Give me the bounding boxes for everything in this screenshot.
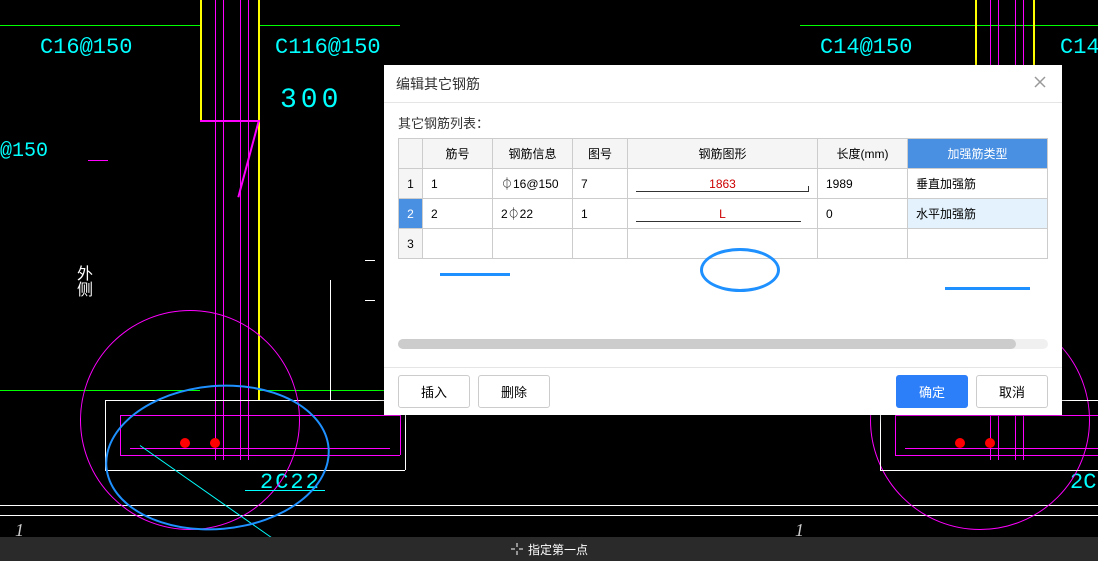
- right-buttons: 确定 取消: [896, 375, 1048, 408]
- cad-line: [0, 25, 200, 26]
- header-length[interactable]: 长度(mm): [818, 139, 908, 169]
- confirm-button[interactable]: 确定: [896, 375, 968, 408]
- cad-line: [400, 415, 401, 455]
- cad-line: [880, 470, 1098, 471]
- close-icon: [1034, 76, 1046, 88]
- row-num-cell[interactable]: 2: [399, 199, 423, 229]
- cell-info[interactable]: 2⏀22: [493, 199, 573, 229]
- cad-rebar-dot: [985, 438, 995, 448]
- cell-shape[interactable]: 1863: [628, 169, 818, 199]
- table-row[interactable]: 1 1 ⏀16@150 7 1863 1989 垂直加强筋: [399, 169, 1048, 199]
- cad-dimension: 300: [280, 85, 342, 116]
- cad-label: @150: [0, 140, 48, 163]
- shape-value: L: [636, 207, 809, 221]
- cad-side-label: 外侧: [70, 265, 94, 297]
- row-num-cell[interactable]: 1: [399, 169, 423, 199]
- cad-line: [895, 415, 896, 455]
- cad-line: [260, 25, 400, 26]
- cell-shapenum[interactable]: [573, 229, 628, 259]
- dialog-footer: 插入 删除 确定 取消: [384, 367, 1062, 415]
- cad-line: [200, 120, 260, 122]
- table-row[interactable]: 3: [399, 229, 1048, 259]
- header-id[interactable]: 筋号: [423, 139, 493, 169]
- cad-label: C14@150: [820, 35, 912, 60]
- crosshair-icon: [510, 542, 524, 556]
- shape-line-icon: [636, 191, 809, 192]
- cell-shapenum[interactable]: 1: [573, 199, 628, 229]
- header-shapenum[interactable]: 图号: [573, 139, 628, 169]
- cad-label: C116@150: [275, 35, 381, 60]
- header-shape[interactable]: 钢筋图形: [628, 139, 818, 169]
- header-rownum: [399, 139, 423, 169]
- shape-line-icon: [636, 221, 801, 222]
- table-row[interactable]: 2 2 2⏀22 1 L 0 水平加强筋: [399, 199, 1048, 229]
- cad-line: [800, 25, 1098, 26]
- cad-label: C16@150: [40, 35, 132, 60]
- table-label: 其它钢筋列表：: [398, 113, 1048, 132]
- cell-shapenum[interactable]: 7: [573, 169, 628, 199]
- dialog-header: 编辑其它钢筋: [384, 65, 1062, 103]
- cad-line: [200, 0, 202, 120]
- cell-id[interactable]: 2: [423, 199, 493, 229]
- cad-rebar-dot: [955, 438, 965, 448]
- cell-id[interactable]: [423, 229, 493, 259]
- status-prompt: 指定第一点: [528, 541, 588, 558]
- scrollbar-thumb[interactable]: [398, 339, 1016, 349]
- header-info[interactable]: 钢筋信息: [493, 139, 573, 169]
- shape-value: 1863: [636, 177, 809, 191]
- cad-label: C14: [1060, 35, 1098, 60]
- shape-hook-icon: [808, 186, 809, 192]
- cancel-button[interactable]: 取消: [976, 375, 1048, 408]
- cell-shape[interactable]: L: [628, 199, 818, 229]
- cell-id[interactable]: 1: [423, 169, 493, 199]
- table-header-row: 筋号 钢筋信息 图号 钢筋图形 长度(mm) 加强筋类型: [399, 139, 1048, 169]
- cell-shape[interactable]: [628, 229, 818, 259]
- cad-line: [895, 455, 1098, 456]
- header-type[interactable]: 加强筋类型: [908, 139, 1048, 169]
- dialog-title: 编辑其它钢筋: [396, 74, 480, 94]
- delete-button[interactable]: 删除: [478, 375, 550, 408]
- cell-type[interactable]: [908, 229, 1048, 259]
- horizontal-scrollbar[interactable]: [398, 339, 1048, 349]
- cell-length[interactable]: 1989: [818, 169, 908, 199]
- cell-info[interactable]: [493, 229, 573, 259]
- cad-tick: [365, 300, 375, 301]
- cell-length[interactable]: [818, 229, 908, 259]
- cad-tick: [88, 160, 108, 161]
- edit-rebar-dialog: 编辑其它钢筋 其它钢筋列表： 筋号 钢筋信息 图号 钢筋图形 长度(mm) 加强…: [384, 65, 1062, 415]
- cell-type[interactable]: 水平加强筋: [908, 199, 1048, 229]
- dialog-body: 其它钢筋列表： 筋号 钢筋信息 图号 钢筋图形 长度(mm) 加强筋类型 1 1…: [384, 103, 1062, 367]
- rebar-table: 筋号 钢筋信息 图号 钢筋图形 长度(mm) 加强筋类型 1 1 ⏀16@150…: [398, 138, 1048, 259]
- cad-line: [330, 280, 331, 400]
- cell-length[interactable]: 0: [818, 199, 908, 229]
- cell-type[interactable]: 垂直加强筋: [908, 169, 1048, 199]
- cad-line: [895, 415, 1098, 416]
- left-buttons: 插入 删除: [398, 375, 550, 408]
- cell-info[interactable]: ⏀16@150: [493, 169, 573, 199]
- status-bar: 指定第一点: [0, 537, 1098, 561]
- close-button[interactable]: [1030, 71, 1050, 97]
- cad-tick: [365, 260, 375, 261]
- cad-line: [905, 448, 1098, 449]
- row-num-cell[interactable]: 3: [399, 229, 423, 259]
- insert-button[interactable]: 插入: [398, 375, 470, 408]
